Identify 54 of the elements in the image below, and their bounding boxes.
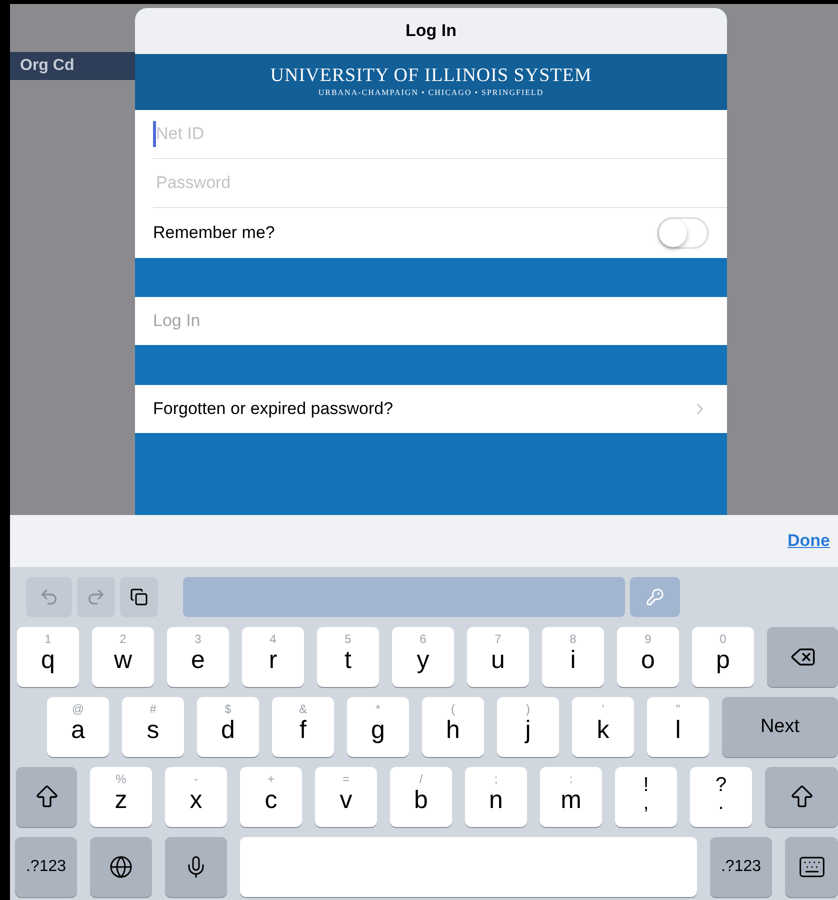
shift-key[interactable] [765, 767, 838, 827]
letter-key[interactable]: ) j [497, 697, 559, 757]
numbers-key[interactable]: .?123 [15, 837, 77, 897]
shift-key[interactable] [16, 767, 77, 827]
text-field[interactable]: Password [153, 170, 727, 196]
university-banner: UNIVERSITY OF ILLINOIS SYSTEM URBANA-CHAMPAIGN • CHICAGO • SPRINGFIELD [135, 54, 727, 110]
letter-key[interactable]: & f [272, 697, 334, 757]
letter-key[interactable]: = v [315, 767, 377, 827]
letter-key[interactable]: 1 q [17, 627, 79, 687]
letter-key[interactable]: 5 t [317, 627, 379, 687]
letter-key[interactable]: ; n [465, 767, 527, 827]
remember-toggle[interactable] [657, 217, 709, 249]
letter-key[interactable]: $ d [197, 697, 259, 757]
letter-key[interactable]: ’ k [572, 697, 634, 757]
dialog-title: Log In [135, 8, 727, 54]
copy-icon [130, 588, 148, 606]
forgot-password-link[interactable]: Forgotten or expired password? [135, 385, 727, 433]
letter-key[interactable]: 9 o [617, 627, 679, 687]
punctuation-key[interactable]: ! , [615, 767, 677, 827]
letter-key[interactable]: 4 r [242, 627, 304, 687]
next-key[interactable]: Next [722, 697, 838, 757]
letter-key[interactable]: # s [122, 697, 184, 757]
key-icon [646, 588, 664, 606]
form-field[interactable]: Password [135, 159, 727, 208]
letter-key[interactable]: + c [240, 767, 302, 827]
letter-key[interactable]: 0 p [692, 627, 754, 687]
letter-key[interactable]: " l [647, 697, 709, 757]
letter-key[interactable]: 3 e [167, 627, 229, 687]
letter-key[interactable]: - x [165, 767, 227, 827]
letter-key[interactable]: @ a [47, 697, 109, 757]
letter-key[interactable]: 8 i [542, 627, 604, 687]
letter-key[interactable]: 2 w [92, 627, 154, 687]
letter-key[interactable]: 6 y [392, 627, 454, 687]
text-field[interactable]: Net ID [153, 121, 727, 147]
globe-key[interactable] [90, 837, 152, 897]
letter-key[interactable]: 7 u [467, 627, 529, 687]
paste-button[interactable] [120, 577, 158, 617]
globe-icon [109, 855, 133, 879]
letter-key[interactable]: % z [90, 767, 152, 827]
form-field[interactable]: Net ID [135, 110, 727, 159]
punctuation-key[interactable]: ? . [690, 767, 752, 827]
org-code-header: Org Cd [10, 52, 135, 80]
letter-key[interactable]: : m [540, 767, 602, 827]
letter-key[interactable]: * g [347, 697, 409, 757]
numbers-key[interactable]: .?123 [710, 837, 772, 897]
letter-key[interactable]: ( h [422, 697, 484, 757]
hide-keyboard-key[interactable] [785, 837, 838, 897]
undo-icon [39, 587, 59, 607]
letter-key[interactable]: / b [390, 767, 452, 827]
done-button[interactable]: Done [788, 528, 830, 554]
redo-icon [86, 587, 106, 607]
dictation-key[interactable] [165, 837, 227, 897]
remember-label: Remember me? [153, 222, 275, 244]
delete-key[interactable] [767, 627, 838, 687]
